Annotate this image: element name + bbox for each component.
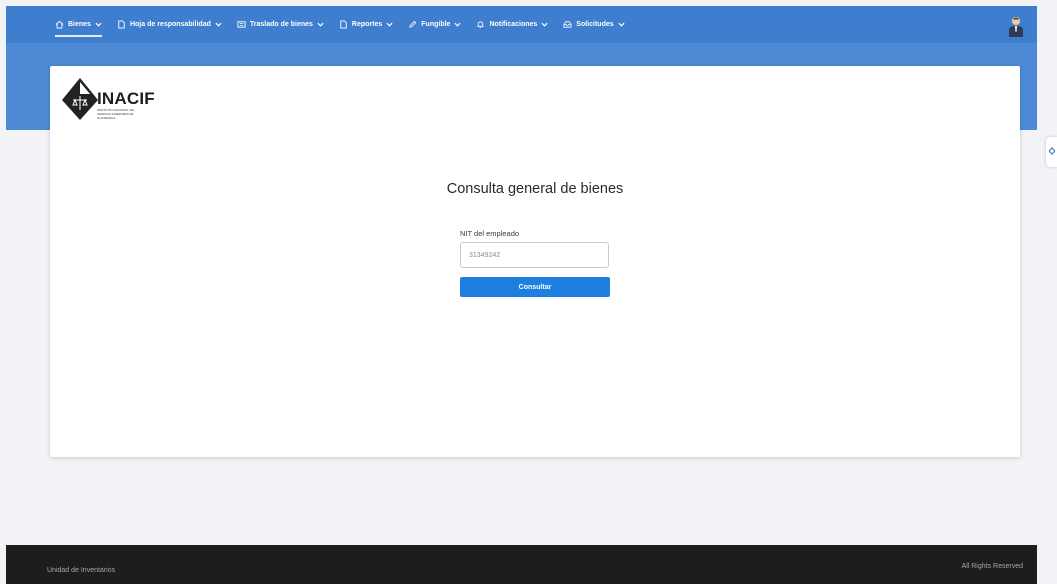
document-icon [339, 20, 348, 29]
nav-item-reportes[interactable]: Reportes [339, 6, 393, 43]
nav-item-notificaciones[interactable]: Notificaciones [476, 6, 548, 43]
chevron-down-icon [618, 21, 625, 28]
footer-rights: All Rights Reserved [961, 563, 1023, 570]
nav-item-hoja-responsabilidad[interactable]: Hoja de responsabilidad [117, 6, 222, 43]
pencil-icon [408, 20, 417, 29]
side-settings-tab[interactable] [1046, 137, 1057, 167]
nit-field-label: NIT del empleado [460, 229, 520, 238]
logo-emblem-icon [62, 78, 98, 120]
bell-icon [476, 20, 485, 29]
nav-item-solicitudes[interactable]: Solicitudes [563, 6, 625, 43]
nav-item-fungible[interactable]: Fungible [408, 6, 461, 43]
nav-item-bienes[interactable]: Bienes [55, 6, 102, 43]
nav-label: Reportes [351, 21, 383, 28]
inacif-logo: INACIF INSTITUTO NACIONAL DE CIENCIAS FO… [60, 76, 155, 131]
document-icon [117, 20, 126, 29]
nav-label: Hoja de responsabilidad [129, 21, 211, 28]
logo-name: INACIF [97, 89, 155, 108]
main-nav: Bienes Hoja de responsabilidad Traslado … [55, 6, 640, 43]
top-navbar: Bienes Hoja de responsabilidad Traslado … [6, 6, 1037, 44]
inbox-icon [563, 20, 572, 29]
nav-item-traslado-bienes[interactable]: Traslado de bienes [237, 6, 324, 43]
nav-label: Traslado de bienes [249, 21, 313, 28]
chevron-down-icon [454, 21, 461, 28]
chevron-down-icon [541, 21, 548, 28]
chevron-down-icon [215, 21, 222, 28]
page-title: Consulta general de bienes [446, 181, 624, 197]
footer-unit: Unidad de Inventarios [47, 567, 116, 574]
logo-subtitle: INSTITUTO NACIONAL DE CIENCIAS FORENSES … [97, 108, 134, 120]
nav-label: Notificaciones [489, 21, 538, 28]
chevron-down-icon [95, 21, 102, 28]
home-icon [55, 20, 64, 29]
nit-input[interactable] [460, 242, 609, 268]
chevron-down-icon [317, 21, 324, 28]
nav-label: Fungible [421, 21, 451, 28]
consultar-button[interactable]: Consultar [460, 277, 610, 297]
nav-label: Solicitudes [576, 21, 614, 28]
chevron-down-icon [386, 21, 393, 28]
footer: Unidad de Inventarios All Rights Reserve… [6, 545, 1037, 584]
nav-label: Bienes [68, 21, 91, 28]
main-card: INACIF INSTITUTO NACIONAL DE CIENCIAS FO… [50, 66, 1020, 457]
gear-icon [1048, 143, 1056, 161]
user-avatar-icon[interactable] [1008, 16, 1024, 38]
transfer-icon [237, 20, 246, 29]
